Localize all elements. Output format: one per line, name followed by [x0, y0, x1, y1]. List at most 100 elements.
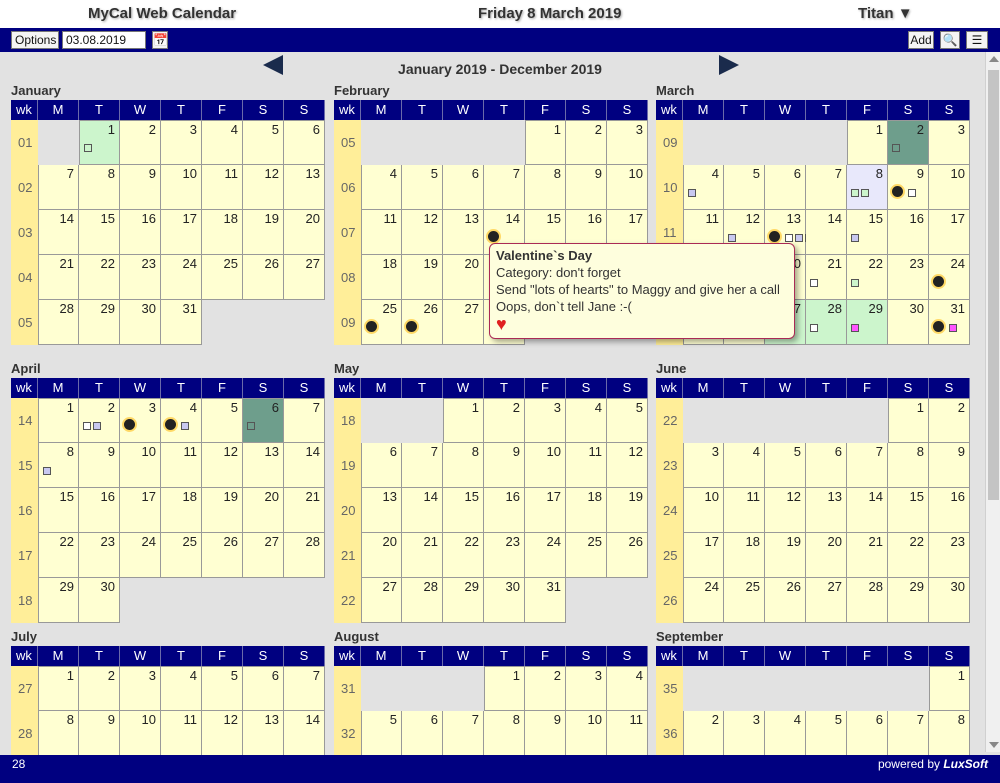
- day-cell[interactable]: 24: [525, 533, 566, 578]
- week-number[interactable]: 16: [11, 488, 38, 533]
- event-dot-icon[interactable]: [933, 276, 944, 287]
- day-cell[interactable]: 17: [683, 533, 724, 578]
- event-marker-icon[interactable]: [851, 279, 859, 287]
- day-cell[interactable]: 20: [243, 488, 284, 533]
- day-cell[interactable]: 20: [443, 255, 484, 300]
- search-icon[interactable]: 🔍: [940, 31, 960, 49]
- event-marker-icon[interactable]: [795, 234, 803, 242]
- week-number[interactable]: 18: [334, 398, 361, 443]
- day-cell[interactable]: 6: [443, 165, 484, 210]
- day-cell[interactable]: 16: [79, 488, 120, 533]
- day-cell[interactable]: 26: [402, 300, 443, 345]
- day-cell[interactable]: 12: [243, 165, 284, 210]
- week-number[interactable]: 31: [334, 666, 361, 711]
- day-cell[interactable]: 12: [765, 488, 806, 533]
- day-cell[interactable]: 31: [929, 300, 970, 345]
- day-cell[interactable]: 22: [888, 533, 929, 578]
- user-menu[interactable]: Titan ▼: [858, 5, 913, 22]
- day-cell[interactable]: 15: [38, 488, 79, 533]
- day-cell[interactable]: 22: [847, 255, 888, 300]
- day-cell[interactable]: 4: [361, 165, 402, 210]
- day-cell[interactable]: 26: [243, 255, 284, 300]
- day-cell[interactable]: 14: [38, 210, 79, 255]
- day-cell[interactable]: 10: [929, 165, 970, 210]
- day-cell[interactable]: 16: [888, 210, 929, 255]
- day-cell[interactable]: 28: [847, 578, 888, 623]
- day-cell[interactable]: 2: [79, 398, 120, 443]
- day-cell[interactable]: 27: [806, 578, 847, 623]
- event-marker-icon[interactable]: [247, 422, 255, 430]
- day-cell[interactable]: 5: [402, 165, 443, 210]
- menu-icon[interactable]: ☰: [966, 31, 988, 49]
- day-cell[interactable]: 24: [120, 533, 161, 578]
- day-cell[interactable]: 1: [847, 120, 888, 165]
- day-cell[interactable]: 14: [402, 488, 443, 533]
- day-cell[interactable]: 4: [566, 398, 607, 443]
- event-marker-icon[interactable]: [688, 189, 696, 197]
- day-cell[interactable]: 22: [443, 533, 484, 578]
- day-cell[interactable]: 2: [484, 398, 525, 443]
- event-marker-icon[interactable]: [181, 422, 189, 430]
- day-cell[interactable]: 13: [243, 711, 284, 756]
- event-marker-icon[interactable]: [949, 324, 957, 332]
- day-cell[interactable]: 10: [120, 711, 161, 756]
- day-cell[interactable]: 5: [607, 398, 648, 443]
- day-cell[interactable]: 8: [38, 443, 79, 488]
- week-number[interactable]: 05: [334, 120, 361, 165]
- day-cell[interactable]: 21: [402, 533, 443, 578]
- day-cell[interactable]: 7: [284, 398, 325, 443]
- day-cell[interactable]: 15: [888, 488, 929, 533]
- day-cell[interactable]: 9: [120, 165, 161, 210]
- day-cell[interactable]: 16: [929, 488, 970, 533]
- day-cell[interactable]: 7: [847, 443, 888, 488]
- day-cell[interactable]: 18: [202, 210, 243, 255]
- day-cell[interactable]: 16: [484, 488, 525, 533]
- day-cell[interactable]: 8: [888, 443, 929, 488]
- day-cell[interactable]: 6: [765, 165, 806, 210]
- day-cell[interactable]: 20: [806, 533, 847, 578]
- day-cell[interactable]: 3: [566, 666, 607, 711]
- day-cell[interactable]: 30: [888, 300, 929, 345]
- day-cell[interactable]: 25: [202, 255, 243, 300]
- day-cell[interactable]: 2: [525, 666, 566, 711]
- day-cell[interactable]: 5: [243, 120, 284, 165]
- event-dot-icon[interactable]: [165, 419, 176, 430]
- event-dot-icon[interactable]: [488, 231, 499, 242]
- day-cell[interactable]: 3: [929, 120, 970, 165]
- day-cell[interactable]: 17: [929, 210, 970, 255]
- day-cell[interactable]: 19: [765, 533, 806, 578]
- day-cell[interactable]: 13: [443, 210, 484, 255]
- day-cell[interactable]: 9: [929, 443, 970, 488]
- day-cell[interactable]: 7: [484, 165, 525, 210]
- day-cell[interactable]: 28: [284, 533, 325, 578]
- day-cell[interactable]: 6: [243, 666, 284, 711]
- day-cell[interactable]: 8: [38, 711, 79, 756]
- day-cell[interactable]: 3: [683, 443, 724, 488]
- day-cell[interactable]: 19: [243, 210, 284, 255]
- day-cell[interactable]: 16: [120, 210, 161, 255]
- week-number[interactable]: 20: [334, 488, 361, 533]
- day-cell[interactable]: 3: [525, 398, 566, 443]
- day-cell[interactable]: 8: [79, 165, 120, 210]
- day-cell[interactable]: 25: [161, 533, 202, 578]
- day-cell[interactable]: 30: [484, 578, 525, 623]
- event-marker-icon[interactable]: [892, 144, 900, 152]
- day-cell[interactable]: 11: [202, 165, 243, 210]
- week-number[interactable]: 07: [334, 210, 361, 255]
- day-cell[interactable]: 23: [120, 255, 161, 300]
- day-cell[interactable]: 11: [161, 711, 202, 756]
- day-cell[interactable]: 10: [683, 488, 724, 533]
- week-number[interactable]: 15: [11, 443, 38, 488]
- day-cell[interactable]: 24: [683, 578, 724, 623]
- day-cell[interactable]: 6: [402, 711, 443, 756]
- day-cell[interactable]: 23: [79, 533, 120, 578]
- day-cell[interactable]: 14: [806, 210, 847, 255]
- day-cell[interactable]: 12: [607, 443, 648, 488]
- event-marker-icon[interactable]: [851, 189, 859, 197]
- day-cell[interactable]: 18: [724, 533, 765, 578]
- day-cell[interactable]: 3: [120, 398, 161, 443]
- day-cell[interactable]: 5: [724, 165, 765, 210]
- day-cell[interactable]: 1: [525, 120, 566, 165]
- day-cell[interactable]: 2: [120, 120, 161, 165]
- week-number[interactable]: 19: [334, 443, 361, 488]
